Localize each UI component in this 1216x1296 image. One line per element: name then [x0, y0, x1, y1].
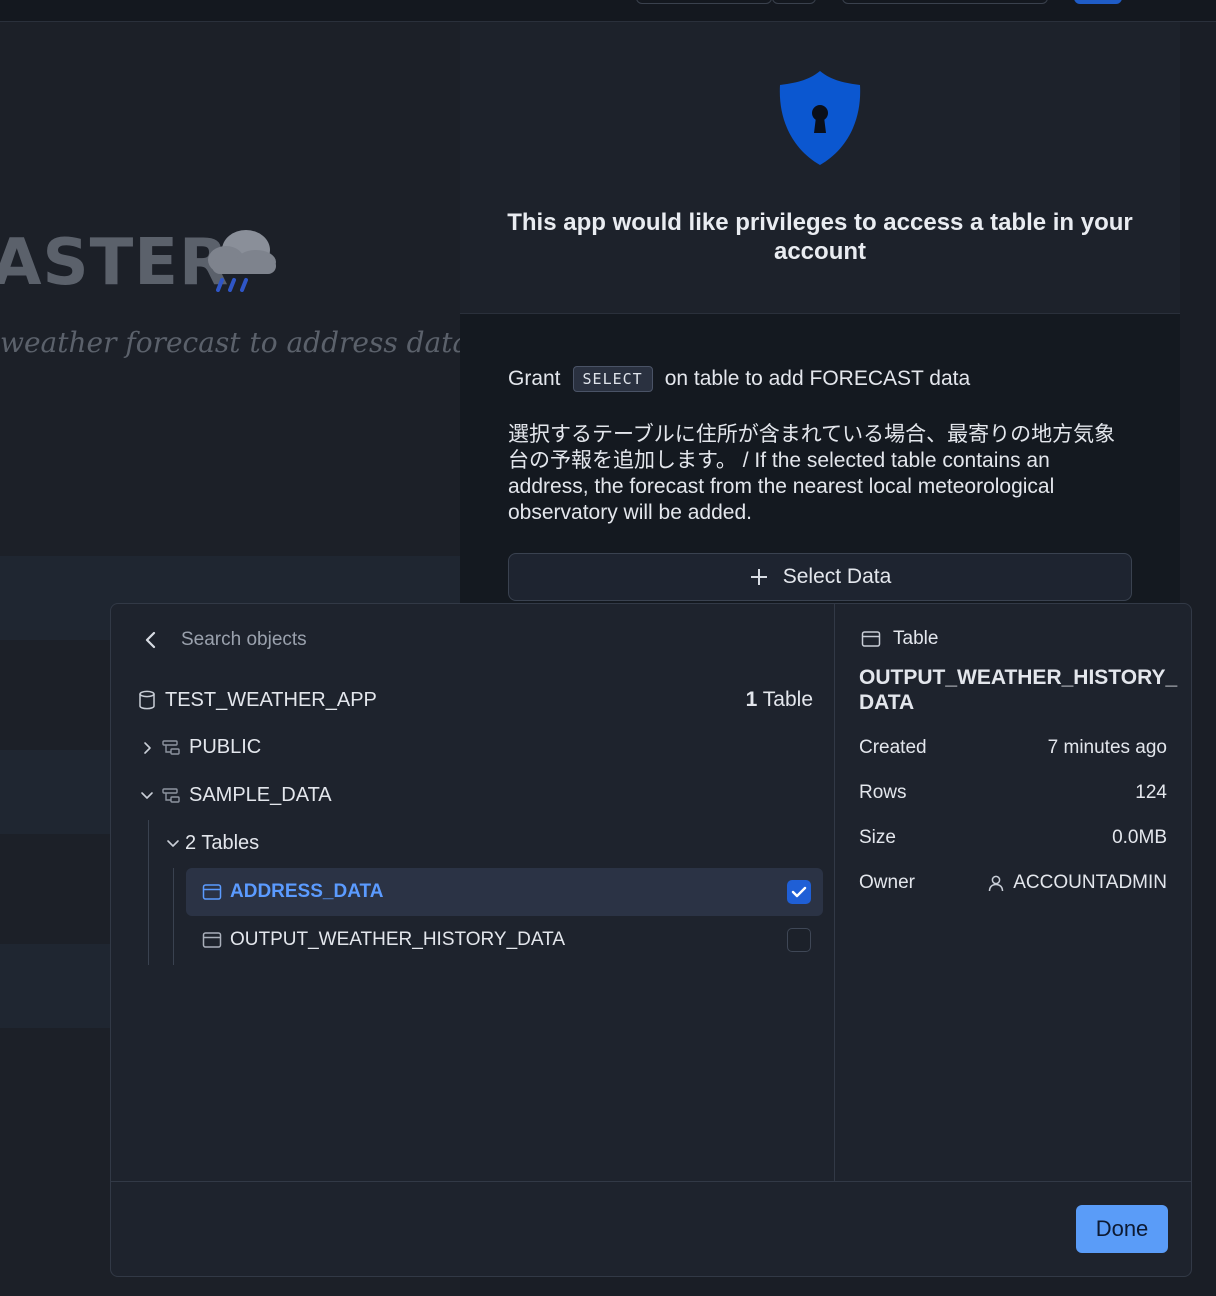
schema-name: PUBLIC [189, 736, 262, 758]
object-picker-dialog: TEST_WEATHER_APP 1 Table PUBLIC [110, 603, 1192, 1277]
permission-description: 選択するテーブルに住所が含まれている場合、最寄りの地方気象台の予報を追加します。… [508, 423, 1116, 524]
detail-key: Owner [859, 872, 915, 893]
tables-group-label: 2 Tables [185, 832, 260, 854]
rain-cloud-icon [208, 230, 276, 292]
grant-suffix: on table to add FORECAST data [664, 367, 971, 390]
detail-key: Rows [859, 782, 907, 803]
owner-name: ACCOUNTADMIN [1013, 872, 1167, 893]
detail-value: ACCOUNTADMIN [987, 872, 1167, 894]
table-icon [202, 882, 222, 902]
top-primary-button[interactable] [1074, 0, 1122, 4]
table-row[interactable]: OUTPUT_WEATHER_HISTORY_DATA [186, 916, 823, 964]
object-details: Table OUTPUT_WEATHER_HISTORY_DATA Create… [835, 604, 1191, 1181]
top-selector[interactable] [842, 0, 1048, 4]
table-name: ADDRESS_DATA [230, 881, 384, 902]
detail-value: 7 minutes ago [1047, 737, 1167, 758]
dialog-footer: Done [111, 1181, 1191, 1276]
database-icon [137, 690, 157, 710]
permission-panel: This app would like privileges to access… [460, 22, 1180, 622]
tree-guide-line [173, 868, 174, 965]
grant-prefix: Grant [508, 367, 561, 390]
table-row[interactable]: ADDRESS_DATA [186, 868, 823, 916]
grant-line: Grant SELECT on table to add FORECAST da… [508, 366, 970, 392]
app-subtitle: weather forecast to address data fr [0, 326, 460, 359]
detail-key: Size [859, 827, 896, 848]
chevron-down-icon[interactable] [163, 834, 183, 854]
detail-type: Table [861, 628, 938, 650]
shield-lock-icon [779, 71, 861, 165]
database-table-count: 1 Table [745, 688, 813, 711]
permission-header: This app would like privileges to access… [460, 22, 1180, 314]
database-name: TEST_WEATHER_APP [165, 688, 377, 711]
top-bar [0, 0, 1216, 22]
app-title: ASTER [0, 226, 230, 300]
schema-row-public[interactable]: PUBLIC [137, 736, 261, 759]
table-icon [861, 629, 881, 649]
table-icon [202, 930, 222, 950]
check-icon [791, 886, 807, 898]
detail-created: Created 7 minutes ago [859, 737, 1167, 759]
detail-key: Created [859, 737, 927, 758]
object-browser: TEST_WEATHER_APP 1 Table PUBLIC [111, 604, 835, 1181]
chevron-right-icon[interactable] [137, 738, 157, 758]
privilege-badge: SELECT [572, 366, 653, 392]
done-button[interactable]: Done [1076, 1205, 1168, 1253]
detail-owner: Owner ACCOUNTADMIN [859, 872, 1167, 894]
top-dropdown[interactable] [636, 0, 772, 4]
chevron-down-icon[interactable] [137, 786, 157, 806]
back-button[interactable] [139, 628, 163, 652]
detail-size: Size 0.0MB [859, 827, 1167, 849]
database-row[interactable]: TEST_WEATHER_APP 1 Table [137, 686, 813, 714]
chevron-left-icon [145, 631, 156, 649]
tables-group-row[interactable]: 2 Tables [163, 832, 259, 855]
table-checkbox[interactable] [787, 928, 811, 952]
tree-guide-line [148, 820, 149, 965]
user-icon [988, 875, 1004, 892]
schema-icon [161, 786, 181, 806]
plus-icon [750, 569, 767, 585]
search-input[interactable] [181, 626, 781, 654]
detail-type-label: Table [893, 628, 939, 649]
schema-row-sample-data[interactable]: SAMPLE_DATA [137, 784, 332, 807]
table-checkbox[interactable] [787, 880, 811, 904]
detail-object-name: OUTPUT_WEATHER_HISTORY_DATA [859, 666, 1178, 714]
select-data-label: Select Data [782, 565, 892, 588]
schema-icon [161, 738, 181, 758]
detail-value: 124 [1135, 782, 1167, 803]
top-dropdown-toggle[interactable] [772, 0, 816, 4]
detail-value: 0.0MB [1112, 827, 1167, 848]
table-name: OUTPUT_WEATHER_HISTORY_DATA [230, 929, 566, 950]
select-data-button[interactable]: Select Data [508, 553, 1132, 601]
permission-heading: This app would like privileges to access… [507, 209, 1133, 265]
detail-rows: Rows 124 [859, 782, 1167, 804]
schema-name: SAMPLE_DATA [189, 784, 332, 806]
